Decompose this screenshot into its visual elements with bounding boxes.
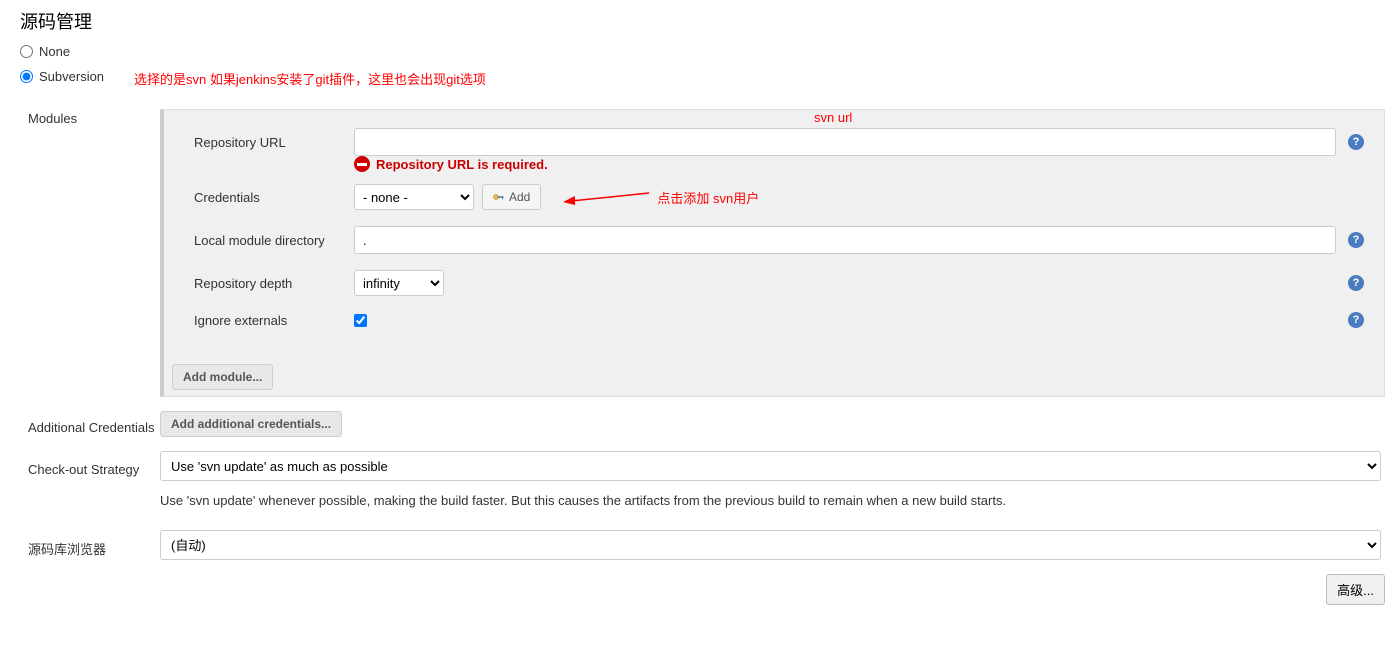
repo-url-error-row: Repository URL is required.	[354, 156, 1364, 172]
advanced-button[interactable]: 高级...	[1326, 574, 1385, 605]
module-box: Repository URL svn url ? Repository URL …	[160, 109, 1385, 397]
scm-option-subversion[interactable]: Subversion	[20, 69, 104, 84]
section-title-scm: 源码管理	[0, 0, 1393, 44]
annotation-add-cred: 点击添加 svn用户	[657, 188, 759, 207]
help-icon[interactable]: ?	[1348, 232, 1364, 248]
help-icon[interactable]: ?	[1348, 312, 1364, 328]
repo-browser-select[interactable]: (自动)	[160, 530, 1381, 560]
repo-url-error-text: Repository URL is required.	[376, 157, 548, 172]
credentials-add-button[interactable]: Add	[482, 184, 541, 210]
annotation-svn-url: svn url	[814, 110, 852, 125]
radio-subversion-label: Subversion	[39, 69, 104, 84]
repo-depth-select[interactable]: infinity	[354, 270, 444, 296]
radio-none-label: None	[39, 44, 70, 59]
radio-none[interactable]	[20, 45, 33, 58]
repo-url-input[interactable]	[354, 128, 1336, 156]
arrow-icon	[561, 187, 651, 207]
help-icon[interactable]: ?	[1348, 275, 1364, 291]
error-icon	[354, 156, 370, 172]
modules-label: Modules	[0, 109, 160, 397]
checkout-strategy-description: Use 'svn update' whenever possible, maki…	[160, 481, 1377, 516]
credentials-add-label: Add	[509, 190, 530, 204]
checkout-strategy-select[interactable]: Use 'svn update' as much as possible	[160, 451, 1381, 481]
help-icon[interactable]: ?	[1348, 134, 1364, 150]
add-additional-credentials-button[interactable]: Add additional credentials...	[160, 411, 342, 437]
scm-option-none[interactable]: None	[20, 44, 1393, 59]
repo-browser-label: 源码库浏览器	[0, 533, 160, 558]
ignore-ext-checkbox[interactable]	[354, 314, 367, 327]
repo-depth-label: Repository depth	[194, 276, 354, 291]
checkout-strategy-label: Check-out Strategy	[0, 456, 160, 477]
scm-options: None Subversion 选择的是svn 如果jenkins安装了git插…	[0, 44, 1393, 94]
repo-url-label: Repository URL	[194, 135, 354, 150]
annotation-scm-choice: 选择的是svn 如果jenkins安装了git插件，这里也会出现git选项	[134, 69, 486, 88]
key-icon	[493, 193, 505, 201]
additional-credentials-label: Additional Credentials	[0, 414, 160, 435]
credentials-select[interactable]: - none -	[354, 184, 474, 210]
add-module-button[interactable]: Add module...	[172, 364, 273, 390]
local-dir-input[interactable]	[354, 226, 1336, 254]
local-dir-label: Local module directory	[194, 233, 354, 248]
ignore-ext-label: Ignore externals	[194, 313, 354, 328]
radio-subversion[interactable]	[20, 70, 33, 83]
credentials-label: Credentials	[194, 190, 354, 205]
spacer	[0, 496, 160, 502]
